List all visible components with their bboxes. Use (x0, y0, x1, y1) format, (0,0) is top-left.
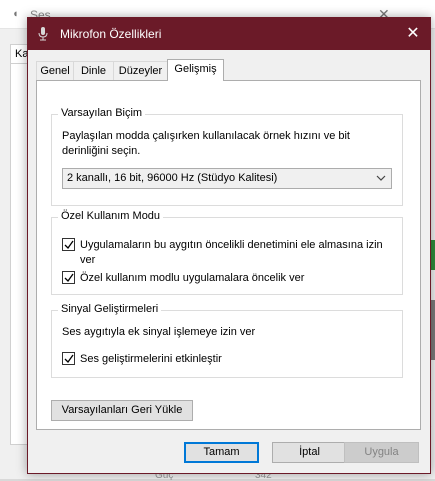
exclusive-mode-group: Özel Kullanım Modu Uygulamaların bu aygı… (51, 210, 403, 295)
allow-exclusive-control-checkbox[interactable]: Uygulamaların bu aygıtın öncelikli denet… (62, 238, 392, 268)
cancel-button[interactable]: İptal (272, 442, 347, 463)
tab-content-panel: Varsayılan Biçim Paylaşılan modda çalışı… (36, 80, 421, 430)
default-format-selected: 2 kanallı, 16 bit, 96000 Hz (Stüdyo Kali… (67, 172, 278, 184)
default-format-dropdown[interactable]: 2 kanallı, 16 bit, 96000 Hz (Stüdyo Kali… (62, 168, 392, 189)
checkbox-box[interactable] (62, 238, 75, 251)
chevron-down-icon (376, 173, 386, 183)
exclusive-priority-label: Özel kullanım modlu uygulamalara öncelik… (80, 272, 305, 284)
tab-dinle[interactable]: Dinle (73, 61, 114, 80)
signal-enhancements-legend: Sinyal Geliştirmeleri (58, 303, 162, 315)
tab-duzeyler[interactable]: Düzeyler (113, 61, 168, 80)
microphone-properties-dialog: Mikrofon Özellikleri ✕ Genel Dinle Düzey… (27, 17, 431, 474)
close-button[interactable]: ✕ (396, 18, 430, 50)
speaker-icon: ◖ (12, 8, 19, 20)
enable-enhancements-checkbox[interactable]: Ses geliştirmelerini etkinleştir (62, 352, 392, 367)
microphone-icon (38, 27, 48, 41)
checkbox-box[interactable] (62, 271, 75, 284)
dialog-titlebar[interactable]: Mikrofon Özellikleri ✕ (28, 18, 430, 50)
default-format-legend: Varsayılan Biçim (58, 107, 146, 119)
tab-gelismis[interactable]: Gelişmiş (167, 59, 224, 81)
checkmark-icon (64, 354, 74, 364)
default-format-description: Paylaşılan modda çalışırken kullanılacak… (62, 130, 350, 157)
default-format-group: Varsayılan Biçim Paylaşılan modda çalışı… (51, 107, 403, 206)
signal-enhancements-description: Ses aygıtıyla ek sinyal işlemeye izin ve… (62, 326, 256, 338)
restore-defaults-button[interactable]: Varsayılanları Geri Yükle (51, 400, 193, 421)
checkbox-box[interactable] (62, 352, 75, 365)
allow-exclusive-control-label: Uygulamaların bu aygıtın öncelikli denet… (80, 239, 383, 266)
exclusive-priority-checkbox[interactable]: Özel kullanım modlu uygulamalara öncelik… (62, 271, 392, 286)
tab-genel[interactable]: Genel (36, 61, 74, 80)
checkmark-icon (64, 240, 74, 250)
signal-enhancements-group: Sinyal Geliştirmeleri Ses aygıtıyla ek s… (51, 303, 403, 378)
dialog-title: Mikrofon Özellikleri (60, 27, 162, 41)
enable-enhancements-label: Ses geliştirmelerini etkinleştir (80, 353, 222, 365)
checkmark-icon (64, 273, 74, 283)
exclusive-mode-legend: Özel Kullanım Modu (58, 210, 164, 222)
apply-button[interactable]: Uygula (344, 442, 419, 463)
ok-button[interactable]: Tamam (184, 442, 259, 463)
